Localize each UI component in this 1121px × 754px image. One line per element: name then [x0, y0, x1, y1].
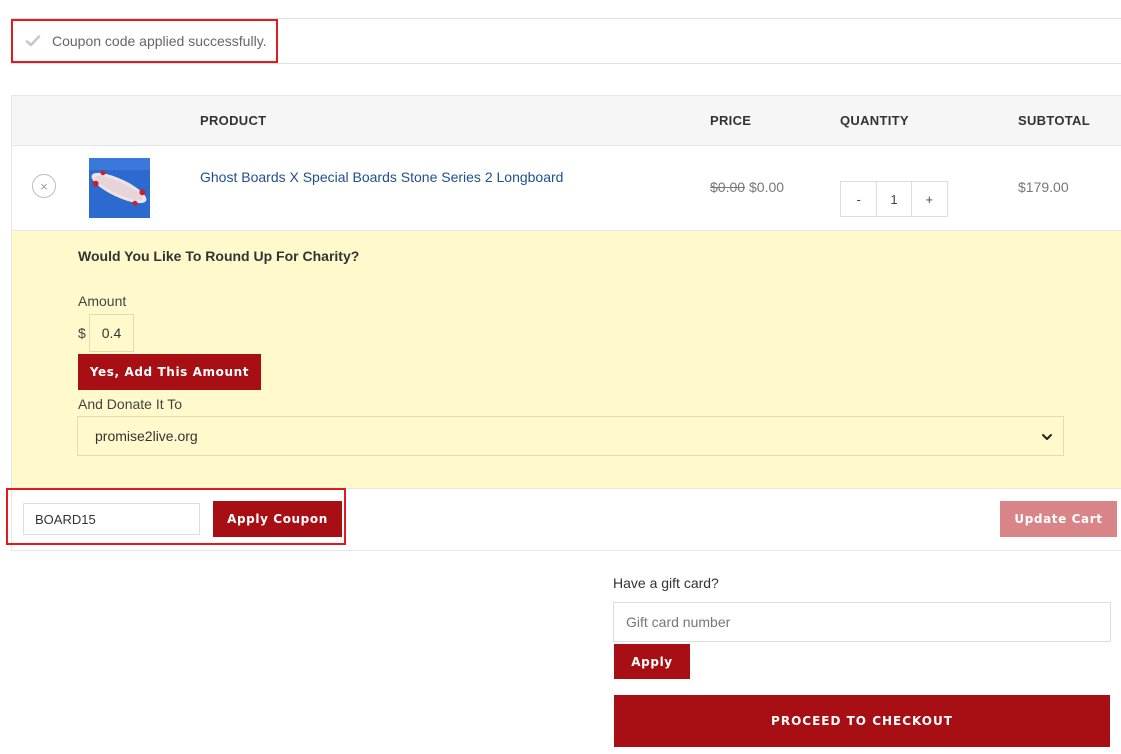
- coupon-row: Apply Coupon Update Cart: [12, 489, 1121, 550]
- remove-item-button[interactable]: ×: [32, 174, 56, 198]
- add-donation-button[interactable]: Yes, Add This Amount: [78, 354, 261, 390]
- amount-label: Amount: [78, 293, 127, 309]
- apply-coupon-button[interactable]: Apply Coupon: [213, 501, 342, 537]
- quantity-stepper: - 1 +: [840, 181, 948, 217]
- update-cart-button[interactable]: Update Cart: [1000, 501, 1117, 537]
- cart-item-row: × Ghost Boards X Special Boards Stone Se…: [12, 146, 1121, 231]
- column-quantity: QUANTITY: [840, 113, 909, 128]
- apply-gift-card-button[interactable]: Apply: [614, 644, 690, 679]
- proceed-to-checkout-button[interactable]: PROCEED TO CHECKOUT: [614, 695, 1110, 747]
- gift-card-input[interactable]: [613, 602, 1111, 642]
- column-subtotal: SUBTOTAL: [1018, 113, 1090, 128]
- price-original: $0.00: [710, 179, 746, 195]
- item-subtotal: $179.00: [1018, 179, 1069, 195]
- chevron-down-icon: [1041, 430, 1053, 442]
- gift-card-label: Have a gift card?: [613, 575, 719, 591]
- quantity-input[interactable]: 1: [877, 182, 910, 216]
- coupon-success-notice: Coupon code applied successfully.: [11, 18, 1121, 64]
- product-name-link[interactable]: Ghost Boards X Special Boards Stone Seri…: [200, 169, 563, 185]
- donate-to-label: And Donate It To: [78, 396, 183, 412]
- column-product: PRODUCT: [200, 113, 267, 128]
- coupon-code-input[interactable]: [23, 503, 200, 535]
- charity-select-value: promise2live.org: [95, 428, 198, 444]
- cart-page: Coupon code applied successfully. PRODUC…: [0, 0, 1121, 754]
- charity-title: Would You Like To Round Up For Charity?: [78, 248, 360, 264]
- currency-symbol: $: [78, 325, 86, 341]
- price-current: $0.00: [749, 179, 785, 195]
- notice-message: Coupon code applied successfully.: [52, 33, 267, 49]
- charity-select[interactable]: promise2live.org: [77, 416, 1064, 456]
- quantity-increase-button[interactable]: +: [910, 182, 947, 216]
- column-price: PRICE: [710, 113, 752, 128]
- product-thumbnail[interactable]: [89, 158, 150, 218]
- quantity-decrease-button[interactable]: -: [841, 182, 878, 216]
- charity-roundup-panel: Would You Like To Round Up For Charity? …: [12, 231, 1121, 489]
- check-icon: [24, 32, 42, 50]
- donation-amount-input[interactable]: [89, 314, 134, 352]
- cart-table: PRODUCT PRICE QUANTITY SUBTOTAL × Ghost …: [11, 95, 1121, 551]
- cart-table-header: PRODUCT PRICE QUANTITY SUBTOTAL: [12, 96, 1121, 146]
- close-icon: ×: [40, 178, 48, 194]
